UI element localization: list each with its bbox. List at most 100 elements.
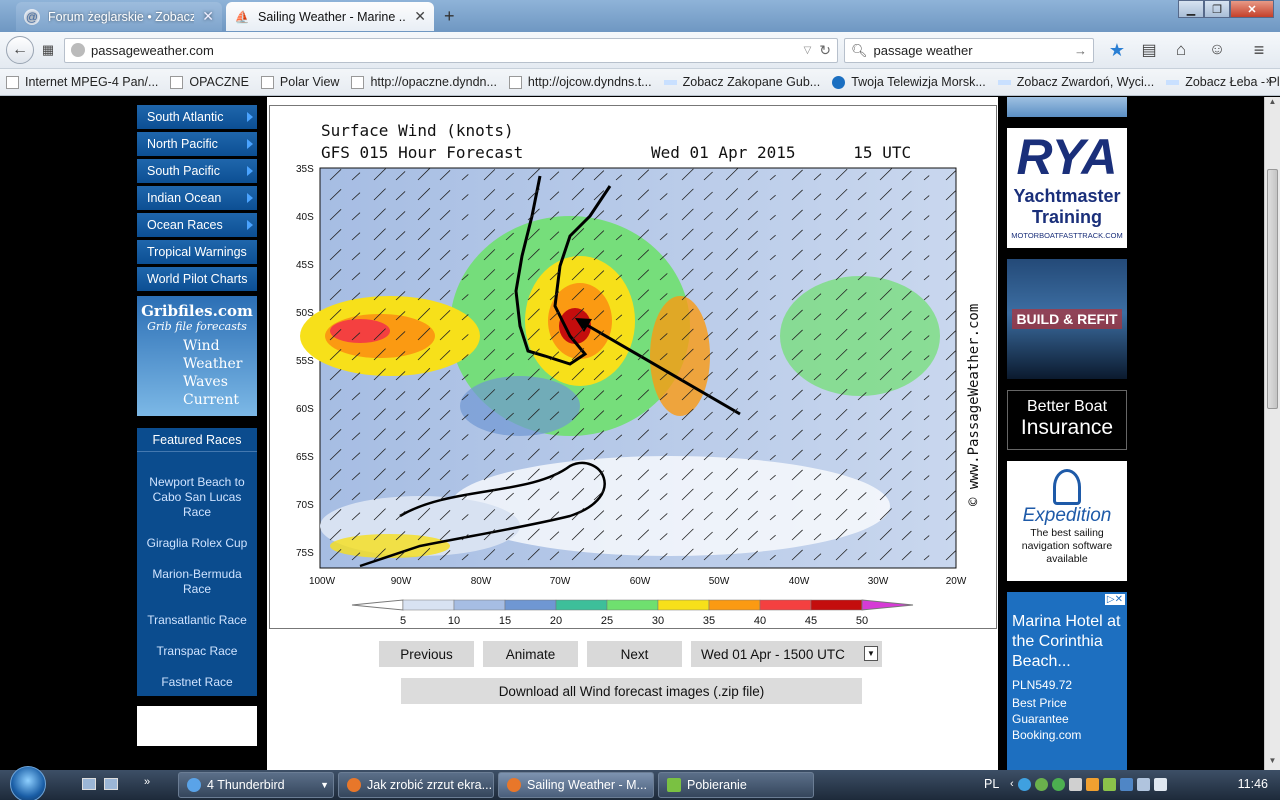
tray-app-icon[interactable]	[1085, 778, 1099, 791]
download-zip-button[interactable]: Download all Wind forecast images (.zip …	[401, 678, 862, 704]
taskbar-firefox-2[interactable]: Sailing Weather - M...	[498, 772, 654, 798]
featured-races-panel: Featured Races Newport Beach to Cabo San…	[137, 428, 257, 696]
race-link[interactable]: Fastnet Race	[137, 675, 257, 690]
bookmark-item[interactable]: Twoja Telewizja Morsk...	[832, 75, 986, 89]
race-link[interactable]: Marion-Bermuda Race	[137, 567, 257, 597]
race-link[interactable]: Transatlantic Race	[137, 613, 257, 628]
gribfiles-ad[interactable]: Gribfiles.com Grib file forecasts Wind W…	[137, 296, 257, 416]
tray-app-icon[interactable]	[1034, 778, 1048, 791]
expedition-ad[interactable]: Expedition The best sailing navigation s…	[1007, 461, 1127, 581]
bookmark-item[interactable]: http://ojcow.dyndns.t...	[508, 75, 652, 89]
marina-title: Marina Hotel at the Corinthia Beach...	[1012, 613, 1121, 670]
close-icon[interactable]: ✕	[202, 8, 214, 25]
minimize-icon[interactable]: ▁	[1178, 0, 1204, 18]
insurance-ad[interactable]: Better Boat Insurance	[1007, 390, 1127, 450]
bookmarks-list-icon[interactable]: ▤	[1138, 37, 1160, 63]
clock[interactable]: 11:46	[1238, 777, 1268, 791]
featured-races-title: Featured Races	[137, 428, 257, 452]
bookmark-item[interactable]: Zobacz Łeba - Plaża, A...	[1166, 75, 1280, 89]
close-icon[interactable]: ✕	[414, 8, 426, 25]
bookmark-item[interactable]: Zobacz Zakopane Gub...	[663, 75, 820, 89]
tray-arrow-icon[interactable]: ‹	[1010, 778, 1014, 791]
quicklaunch-more-icon[interactable]: »	[144, 776, 150, 788]
tab-forum[interactable]: @ Forum żeglarskie • Zobacz ... ✕	[16, 2, 222, 31]
arrow-right-icon	[247, 193, 253, 203]
sail-icon: ⛵	[234, 9, 250, 24]
bookmark-item[interactable]: OPACZNE	[170, 75, 249, 89]
bookmark-item[interactable]: http://opaczne.dyndn...	[351, 75, 497, 89]
start-button-icon[interactable]	[10, 766, 46, 800]
page-icon	[6, 75, 19, 89]
chat-icon[interactable]: ☺	[1206, 37, 1228, 63]
wind-forecast-map: Surface Wind (knots) GFS 015 Hour Foreca…	[269, 105, 997, 629]
globe-icon	[71, 43, 85, 57]
animate-button[interactable]: Animate	[483, 641, 578, 667]
reload-icon[interactable]: ↻	[819, 42, 831, 59]
volume-icon[interactable]	[1153, 778, 1167, 791]
bookmark-star-icon[interactable]: ★	[1106, 37, 1128, 63]
menu-south-pacific[interactable]: South Pacific	[137, 159, 257, 183]
search-bar[interactable]: 🔍︎ passage weather →	[844, 38, 1094, 63]
rya-line: Training	[1031, 207, 1102, 227]
new-tab-icon[interactable]: +	[444, 6, 455, 27]
tray-app-icon[interactable]	[1051, 778, 1065, 791]
taskbar-firefox-1[interactable]: Jak zrobić zrzut ekra...	[338, 772, 494, 798]
lon-label: 20W	[946, 576, 967, 587]
language-indicator[interactable]: PL	[984, 777, 999, 791]
page-content: South Atlantic North Pacific South Pacif…	[0, 97, 1264, 770]
firefox-icon	[507, 778, 521, 792]
menu-north-pacific[interactable]: North Pacific	[137, 132, 257, 156]
taskbar-downloads[interactable]: Pobieranie	[658, 772, 814, 798]
taskbar-thunderbird[interactable]: 4 Thunderbird ▼	[178, 772, 334, 798]
scroll-down-icon[interactable]: ▼	[1265, 756, 1280, 770]
back-arrow-icon[interactable]: ←	[6, 36, 34, 64]
tray-app-icon[interactable]	[1119, 778, 1133, 791]
rya-ad[interactable]: RYA Yachtmaster Training MOTORBOATFASTTR…	[1007, 128, 1127, 248]
previous-button[interactable]: Previous	[379, 641, 474, 667]
menu-indian-ocean[interactable]: Indian Ocean	[137, 186, 257, 210]
url-bar[interactable]: passageweather.com ▽ ↻	[64, 38, 838, 63]
tray-app-icon[interactable]	[1068, 778, 1082, 791]
close-window-icon[interactable]: ✕	[1230, 0, 1274, 18]
scroll-up-icon[interactable]: ▲	[1265, 97, 1280, 111]
marina-hotel-ad[interactable]: ▷✕ Marina Hotel at the Corinthia Beach..…	[1007, 592, 1127, 770]
forecast-time-select[interactable]: Wed 01 Apr - 1500 UTC ▼	[691, 641, 882, 667]
race-link[interactable]: Newport Beach to Cabo San Lucas Race	[137, 475, 257, 520]
page-history-icon[interactable]: ▦	[38, 37, 58, 63]
main-panel: Surface Wind (knots) GFS 015 Hour Foreca…	[267, 97, 998, 770]
menu-ocean-races[interactable]: Ocean Races	[137, 213, 257, 237]
gribfiles-title: Gribfiles.com	[141, 302, 253, 320]
next-button[interactable]: Next	[587, 641, 682, 667]
gribfiles-subtitle: Grib file forecasts	[147, 320, 247, 333]
search-input[interactable]: passage weather	[874, 43, 1074, 58]
scale-swatch	[402, 599, 455, 611]
tray-app-icon[interactable]	[1102, 778, 1116, 791]
tray-app-icon[interactable]	[1017, 778, 1031, 791]
menu-world-pilot-charts[interactable]: World Pilot Charts	[137, 267, 257, 291]
ad-choices-icon[interactable]: ▷✕	[1104, 594, 1125, 605]
race-link[interactable]: Transpac Race	[137, 644, 257, 659]
menu-tropical-warnings[interactable]: Tropical Warnings	[137, 240, 257, 264]
network-icon[interactable]	[1136, 778, 1150, 791]
search-go-icon[interactable]: →	[1074, 43, 1087, 58]
home-icon[interactable]: ⌂	[1170, 37, 1192, 63]
right-ads-column: RYA Yachtmaster Training MOTORBOATFASTTR…	[1007, 97, 1127, 770]
more-bookmarks-icon[interactable]: »	[1266, 75, 1272, 87]
chevron-down-icon[interactable]: ▼	[864, 646, 878, 661]
race-link[interactable]: Giraglia Rolex Cup	[137, 536, 257, 551]
dropdown-icon[interactable]: ▽	[804, 45, 812, 56]
switch-windows-icon[interactable]	[104, 778, 118, 790]
tab-sailing-weather[interactable]: ⛵ Sailing Weather - Marine ... ✕	[226, 2, 434, 31]
bookmark-item[interactable]: Zobacz Zwardoń, Wyci...	[997, 75, 1154, 89]
boat-image-ad[interactable]	[1007, 97, 1127, 117]
scroll-thumb[interactable]	[1267, 169, 1278, 409]
maximize-icon[interactable]: ❐	[1204, 0, 1230, 18]
wind-speed-scale	[351, 599, 914, 611]
page-scrollbar[interactable]: ▲ ▼	[1264, 97, 1280, 770]
menu-south-atlantic[interactable]: South Atlantic	[137, 105, 257, 129]
build-refit-ad[interactable]: BUILD & REFIT	[1007, 259, 1127, 379]
menu-icon[interactable]: ≡	[1246, 37, 1272, 63]
bookmark-item[interactable]: Internet MPEG-4 Pan/...	[6, 75, 158, 89]
bookmark-item[interactable]: Polar View	[260, 75, 339, 89]
show-desktop-icon[interactable]	[82, 778, 96, 790]
